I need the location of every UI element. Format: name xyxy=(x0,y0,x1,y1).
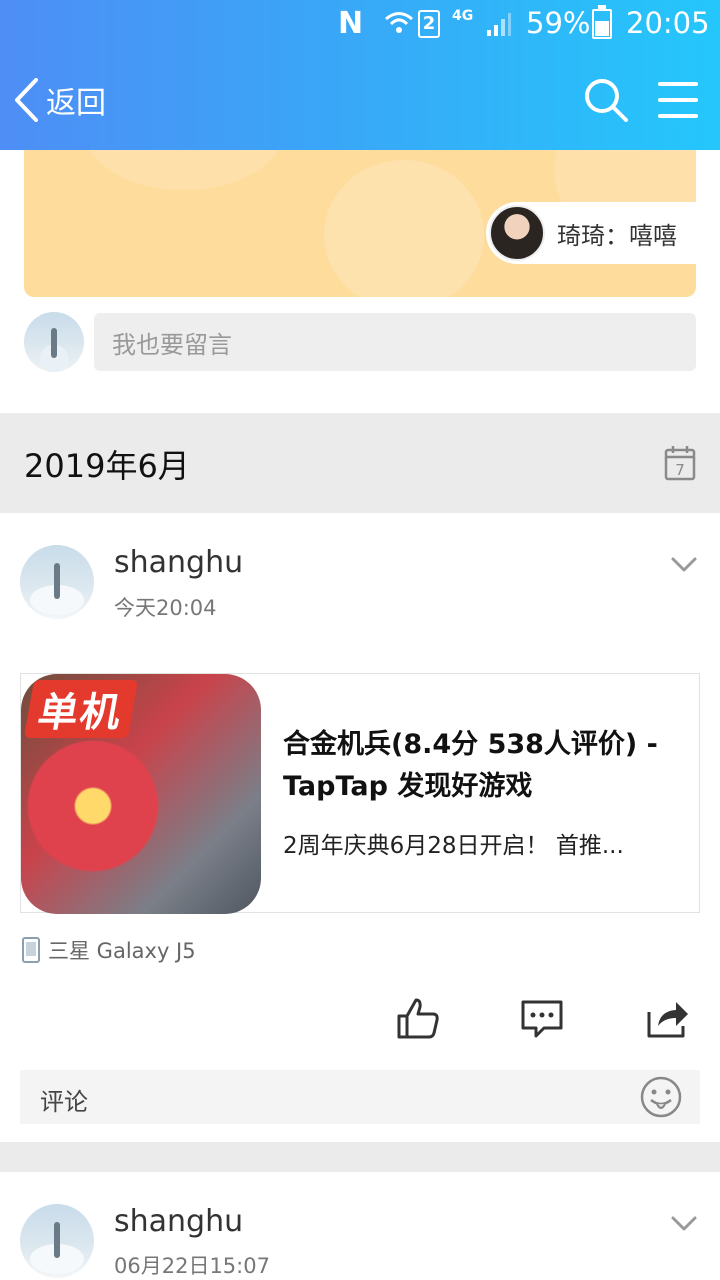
avatar[interactable] xyxy=(20,1204,94,1278)
like-icon[interactable] xyxy=(396,996,440,1040)
back-label: 返回 xyxy=(46,86,106,121)
banner-decoration xyxy=(324,160,484,297)
avatar[interactable] xyxy=(20,545,94,619)
device-info: 三星 Galaxy J5 xyxy=(22,935,196,965)
message-text: 琦琦：嘻嘻 xyxy=(557,221,677,250)
network-type: 4G xyxy=(452,8,474,24)
post-time: 06月22日15:07 xyxy=(114,1254,270,1278)
device-name: 三星 Galaxy J5 xyxy=(48,939,196,963)
post-time: 今天20:04 xyxy=(114,596,217,620)
link-description: 2周年庆典6月28日开启！ 首推... xyxy=(283,833,624,859)
banner-decoration xyxy=(84,150,284,190)
nfc-icon: N xyxy=(338,6,364,41)
sim-slot-indicator: 2 xyxy=(418,10,440,38)
post-divider xyxy=(0,1142,720,1172)
status-time: 20:05 xyxy=(626,6,710,40)
comment-icon[interactable] xyxy=(520,996,564,1040)
message-avatar xyxy=(489,205,545,261)
status-bar: N 2 4G 59% 20:05 xyxy=(0,0,720,50)
month-label: 2019年6月 xyxy=(24,447,190,485)
battery-icon xyxy=(592,5,612,39)
share-icon[interactable] xyxy=(646,996,690,1040)
post-author[interactable]: shanghu xyxy=(114,545,243,580)
shared-link-card[interactable]: 单机 合金机兵(8.4分 538人评价) - TapTap 发现好游戏 2周年庆… xyxy=(20,673,700,914)
month-header: 2019年6月 7 xyxy=(0,413,720,513)
menu-icon[interactable] xyxy=(656,78,700,122)
post-author[interactable]: shanghu xyxy=(114,1204,243,1239)
emoji-icon[interactable] xyxy=(640,1076,682,1118)
leave-message-row: 我也要留言 xyxy=(24,312,696,372)
wifi-icon xyxy=(385,12,413,33)
message-bubble[interactable]: 琦琦：嘻嘻 xyxy=(486,202,696,264)
avatar xyxy=(24,312,84,372)
signal-icon xyxy=(487,13,511,36)
search-icon[interactable] xyxy=(582,76,630,124)
back-chevron-icon xyxy=(15,78,38,122)
chevron-down-icon[interactable] xyxy=(670,555,698,575)
svg-text:7: 7 xyxy=(675,461,685,479)
back-button[interactable]: 返回 xyxy=(14,74,106,126)
calendar-icon[interactable]: 7 xyxy=(664,445,696,481)
comments-label: 评论 xyxy=(40,1088,88,1116)
nav-bar: 返回 xyxy=(0,60,720,140)
chevron-down-icon[interactable] xyxy=(670,1214,698,1234)
phone-icon xyxy=(22,937,40,963)
battery-percent: 59% xyxy=(526,6,591,40)
comments-box[interactable]: 评论 xyxy=(20,1070,700,1124)
game-thumbnail: 单机 xyxy=(21,674,261,914)
game-badge: 单机 xyxy=(23,680,139,738)
app-header: N 2 4G 59% 20:05 返回 xyxy=(0,0,720,150)
message-banner: 琦琦：嘻嘻 xyxy=(24,150,696,297)
link-title: 合金机兵(8.4分 538人评价) - TapTap 发现好游戏 xyxy=(283,729,658,802)
leave-message-input[interactable]: 我也要留言 xyxy=(94,313,696,371)
